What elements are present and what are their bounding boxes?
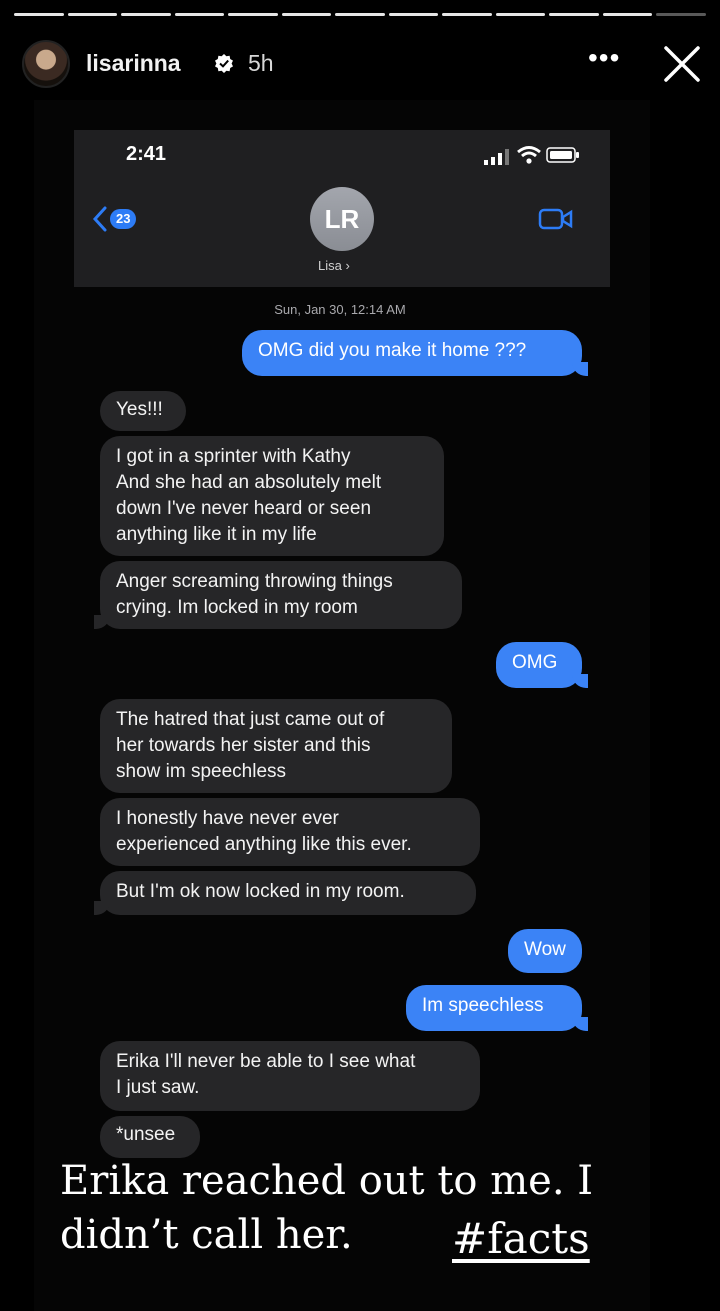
progress-segment	[335, 13, 385, 16]
progress-segment	[442, 13, 492, 16]
message-bubble-outgoing[interactable]: Im speechless	[406, 985, 588, 1031]
message-bubble-incoming[interactable]: Erika I'll never be able to I see what I…	[100, 1041, 480, 1111]
message-text: OMG did you make it home ???	[258, 340, 527, 361]
back-button[interactable]: 23	[92, 204, 152, 234]
message-text: I got in a sprinter with Kathy And she h…	[116, 446, 382, 545]
progress-segment	[14, 13, 64, 16]
contact-name[interactable]: Lisa ›	[318, 258, 350, 273]
battery-icon	[546, 147, 579, 163]
post-time: 5h	[248, 50, 274, 76]
more-horizontal-icon[interactable]: •••	[588, 44, 624, 78]
close-icon[interactable]	[660, 42, 704, 86]
profile-avatar[interactable]	[22, 40, 70, 88]
story-progress-bar	[14, 13, 706, 16]
progress-segment	[549, 13, 599, 16]
contact-avatar[interactable]: LR	[310, 187, 374, 251]
message-text: The hatred that just came out of her tow…	[116, 709, 385, 782]
hashtag-link[interactable]: #facts	[452, 1214, 590, 1264]
progress-segment	[228, 13, 278, 16]
message-text: But I'm ok now locked in my room.	[116, 881, 405, 902]
message-bubble-incoming[interactable]: *unsee	[100, 1116, 200, 1158]
message-bubble-incoming[interactable]: I honestly have never ever experienced a…	[100, 798, 480, 866]
progress-segment	[602, 13, 653, 16]
video-call-icon[interactable]	[538, 207, 574, 231]
wifi-icon	[517, 146, 541, 164]
message-text: OMG	[512, 652, 558, 673]
progress-segment	[281, 13, 332, 16]
unread-count-badge: 23	[110, 209, 137, 229]
progress-segment	[121, 13, 171, 16]
message-text: Yes!!!	[116, 399, 163, 420]
progress-segment	[656, 13, 706, 16]
progress-segment	[67, 13, 118, 16]
message-bubble-outgoing[interactable]: Wow	[508, 929, 582, 973]
message-bubble-incoming[interactable]: But I'm ok now locked in my room.	[94, 871, 476, 915]
verified-badge-icon	[215, 54, 233, 73]
story-header: lisarinna 5h •••	[0, 34, 720, 94]
conversation-timestamp: Sun, Jan 30, 12:14 AM	[274, 302, 406, 317]
chevron-left-icon	[92, 206, 107, 232]
message-text: Im speechless	[422, 995, 544, 1016]
message-text: *unsee	[116, 1124, 176, 1145]
progress-segment	[388, 13, 439, 16]
username[interactable]: lisarinna	[86, 50, 181, 77]
message-text: Erika I'll never be able to I see what I…	[116, 1051, 416, 1098]
message-bubble-incoming[interactable]: Yes!!!	[100, 391, 186, 431]
message-bubble-incoming[interactable]: I got in a sprinter with Kathy And she h…	[100, 436, 444, 556]
message-bubble-incoming[interactable]: Anger screaming throwing things crying. …	[94, 561, 462, 629]
message-bubble-outgoing[interactable]: OMG did you make it home ???	[242, 330, 588, 376]
progress-segment	[174, 13, 225, 16]
message-bubble-outgoing[interactable]: OMG	[496, 642, 588, 688]
progress-segment	[495, 13, 546, 16]
signal-icon	[484, 149, 509, 165]
message-bubble-incoming[interactable]: The hatred that just came out of her tow…	[100, 699, 452, 793]
message-text: I honestly have never ever experienced a…	[116, 808, 412, 855]
status-bar-time: 2:41	[126, 143, 167, 165]
message-text: Wow	[524, 939, 566, 960]
message-text: Anger screaming throwing things crying. …	[116, 571, 393, 618]
